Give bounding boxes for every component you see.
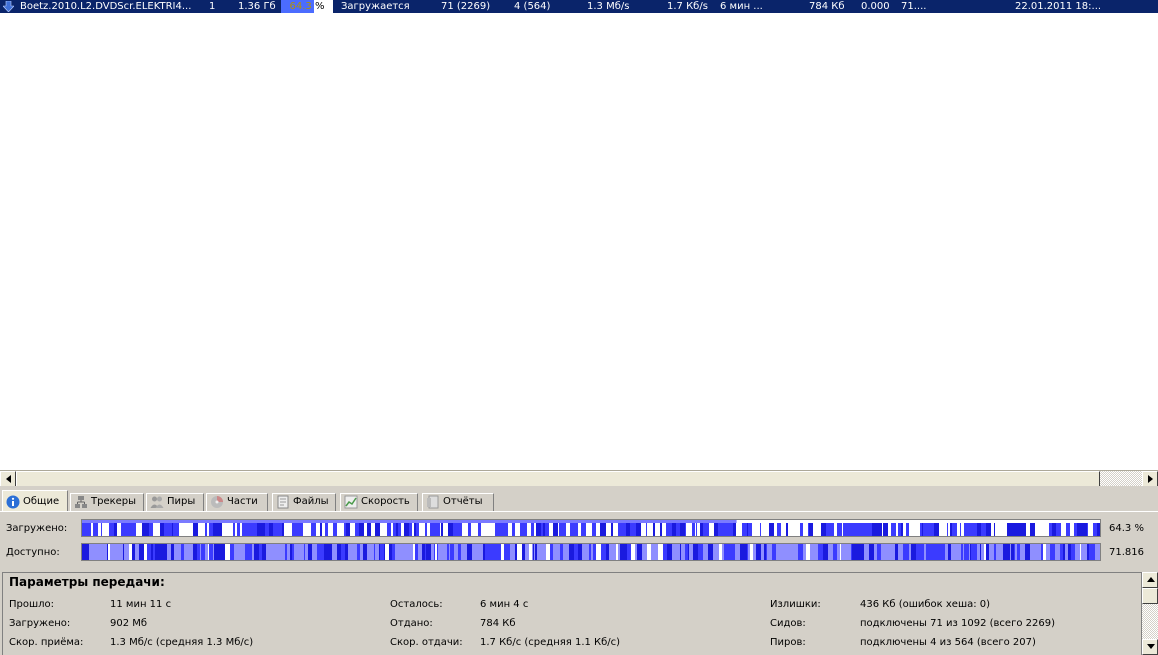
transfer-title: Параметры передачи: bbox=[9, 575, 165, 589]
available-bar-value: 71.816 bbox=[1109, 547, 1144, 558]
torrent-row[interactable]: Boetz.2010.L2.DVDScr.ELEKTRI4... 1 1.36 … bbox=[0, 0, 1158, 13]
network-icon bbox=[75, 496, 87, 508]
horizontal-scroll-thumb[interactable] bbox=[16, 471, 1100, 487]
downloaded-bar-label: Загружено: bbox=[6, 523, 68, 534]
vertical-scrollbar[interactable] bbox=[1142, 572, 1158, 655]
details-panel: Общие Трекеры Пиры Части Файлы Скорость … bbox=[0, 486, 1158, 655]
tab-peers[interactable]: Пиры bbox=[146, 493, 204, 511]
torrent-uploaded: 784 Кб bbox=[809, 1, 845, 12]
torrent-name: Boetz.2010.L2.DVDScr.ELEKTRI4... bbox=[20, 1, 192, 12]
torrent-ratio: 0.000 bbox=[861, 1, 890, 12]
torrent-seeds: 71 (2269) bbox=[441, 1, 491, 12]
tab-trackers[interactable]: Трекеры bbox=[70, 493, 144, 511]
tab-general-label: Общие bbox=[23, 496, 60, 507]
tab-speed[interactable]: Скорость bbox=[340, 493, 418, 511]
available-pieces-bar bbox=[81, 543, 1101, 561]
wasted-value: 436 Кб (ошибок хеша: 0) bbox=[860, 599, 991, 610]
horizontal-scrollbar[interactable] bbox=[0, 470, 1158, 487]
torrent-status: Загружается bbox=[341, 1, 410, 12]
torrent-progress-text: 64.3 % bbox=[289, 1, 325, 12]
scroll-left-button[interactable] bbox=[0, 471, 16, 487]
downloaded-pieces-bar bbox=[81, 519, 1101, 537]
arrow-down-icon bbox=[1147, 644, 1155, 649]
speed-graph-icon bbox=[344, 495, 358, 509]
torrent-added: 22.01.2011 18:... bbox=[1015, 1, 1102, 12]
people-icon bbox=[150, 496, 164, 508]
tab-files-label: Файлы bbox=[293, 496, 329, 507]
torrent-peers: 4 (564) bbox=[514, 1, 551, 12]
details-tabs: Общие Трекеры Пиры Части Файлы Скорость … bbox=[0, 490, 1158, 512]
scroll-right-button[interactable] bbox=[1142, 471, 1158, 487]
upload-speed-label: Скор. отдачи: bbox=[390, 637, 463, 648]
tab-pieces-label: Части bbox=[227, 496, 258, 507]
pieces-icon bbox=[211, 496, 223, 508]
vertical-scroll-thumb[interactable] bbox=[1142, 588, 1158, 604]
tab-trackers-label: Трекеры bbox=[91, 496, 137, 507]
remaining-label: Осталось: bbox=[390, 599, 443, 610]
download-arrow-icon bbox=[3, 1, 14, 12]
elapsed-label: Прошло: bbox=[9, 599, 55, 610]
torrent-eta: 6 мин ... bbox=[720, 1, 763, 12]
transfer-parameters: Параметры передачи: Прошло: 11 мин 11 с … bbox=[2, 572, 1142, 655]
downloaded-pieces-graphic bbox=[82, 520, 1100, 536]
downloaded-label: Загружено: bbox=[9, 618, 71, 629]
seeds-value: подключены 71 из 1092 (всего 2269) bbox=[860, 618, 1055, 629]
horizontal-scroll-track[interactable] bbox=[1100, 471, 1142, 487]
peers-label: Пиров: bbox=[770, 637, 806, 648]
uploaded-label: Отдано: bbox=[390, 618, 433, 629]
available-pieces-graphic bbox=[82, 544, 1100, 560]
peers-value: подключены 4 из 564 (всего 207) bbox=[860, 637, 1036, 648]
tab-speed-label: Скорость bbox=[361, 496, 410, 507]
info-icon bbox=[6, 495, 20, 509]
torrent-progress: 64.3 % bbox=[281, 0, 333, 13]
available-bar-label: Доступно: bbox=[6, 547, 60, 558]
seeds-label: Сидов: bbox=[770, 618, 806, 629]
arrow-right-icon bbox=[1148, 475, 1153, 483]
arrow-up-icon bbox=[1147, 577, 1155, 582]
tab-logs[interactable]: Отчёты bbox=[422, 493, 494, 511]
upload-speed-value: 1.7 Кб/с (средняя 1.1 Кб/с) bbox=[480, 637, 621, 648]
torrent-availability: 71.... bbox=[901, 1, 927, 12]
scroll-down-button[interactable] bbox=[1142, 639, 1158, 655]
torrent-down-speed: 1.3 Мб/s bbox=[587, 1, 630, 12]
tab-general[interactable]: Общие bbox=[2, 490, 68, 512]
downloaded-bar-value: 64.3 % bbox=[1109, 523, 1144, 534]
uploaded-value: 784 Кб bbox=[480, 618, 516, 629]
tab-peers-label: Пиры bbox=[167, 496, 196, 507]
torrent-size: 1.36 Гб bbox=[238, 1, 276, 12]
download-speed-label: Скор. приёма: bbox=[9, 637, 84, 648]
download-speed-value: 1.3 Мб/с (средняя 1.3 Мб/с) bbox=[110, 637, 254, 648]
wasted-label: Излишки: bbox=[770, 599, 821, 610]
tab-files[interactable]: Файлы bbox=[272, 493, 336, 511]
torrent-up-speed: 1.7 Кб/s bbox=[667, 1, 708, 12]
elapsed-value: 11 мин 11 с bbox=[110, 599, 172, 610]
tab-divider bbox=[0, 511, 1158, 512]
torrent-number: 1 bbox=[209, 1, 216, 12]
downloaded-value: 902 Мб bbox=[110, 618, 148, 629]
scroll-up-button[interactable] bbox=[1142, 572, 1158, 588]
files-icon bbox=[277, 495, 289, 509]
tab-logs-label: Отчёты bbox=[443, 496, 483, 507]
tab-pieces[interactable]: Части bbox=[206, 493, 268, 511]
arrow-left-icon bbox=[6, 475, 11, 483]
remaining-value: 6 мин 4 с bbox=[480, 599, 529, 610]
log-icon bbox=[427, 495, 439, 509]
